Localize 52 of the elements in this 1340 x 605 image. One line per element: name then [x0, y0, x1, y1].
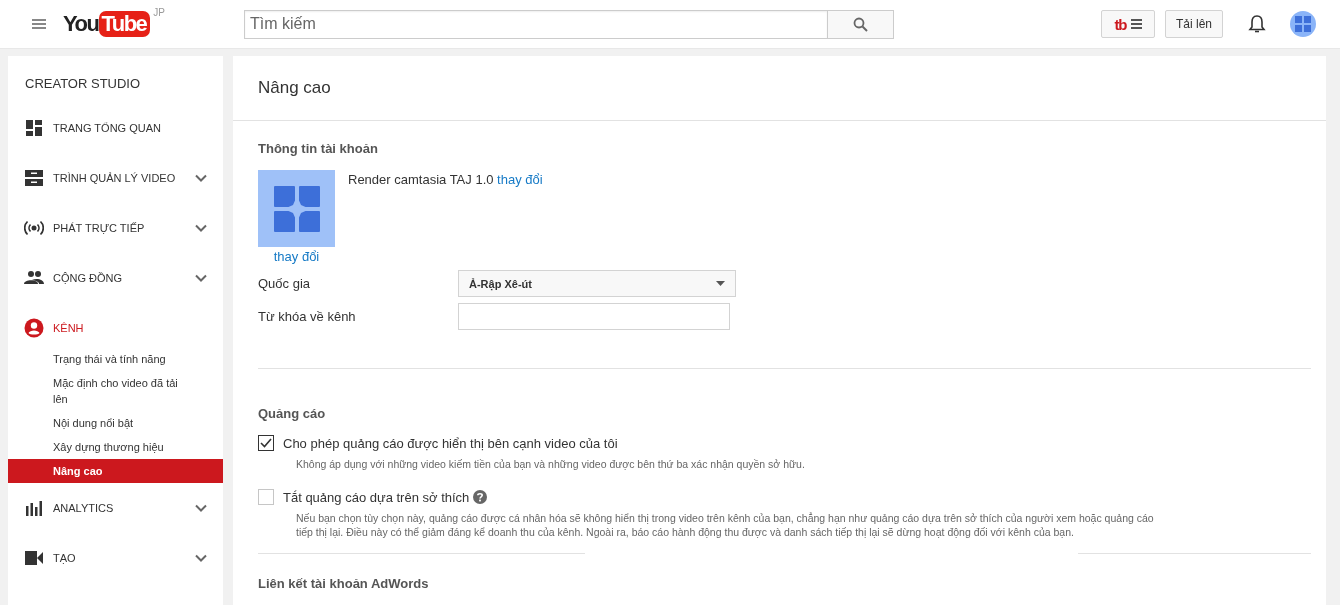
option-label: Cho phép quảng cáo được hiển thị bên cạnh video của tôi — [283, 435, 618, 451]
logo-text[interactable]: You — [63, 11, 99, 37]
field-label: Quốc gia — [258, 276, 312, 291]
dashboard-icon — [24, 118, 44, 138]
search-icon — [853, 16, 868, 32]
bell-icon[interactable] — [1248, 14, 1266, 34]
dropdown-arrow-icon — [716, 281, 725, 286]
drawer-icon — [24, 168, 44, 188]
region-label: JP — [153, 7, 165, 18]
chevron-down-icon[interactable] — [195, 274, 207, 282]
section-heading: Thông tin tài khoản — [258, 141, 379, 156]
keywords-field[interactable] — [458, 303, 730, 330]
sidebar-item[interactable]: TẠO — [8, 533, 223, 583]
change-link[interactable]: thay đổi — [273, 249, 320, 264]
page-title: Nâng cao — [233, 56, 1326, 121]
section-heading: Quảng cáo — [258, 406, 327, 421]
chevron-down-icon[interactable] — [195, 554, 207, 562]
account-circle-icon — [24, 318, 44, 338]
sidebar-title: CREATOR STUDIO — [24, 75, 142, 93]
sidebar-subitem[interactable]: Nâng cao — [8, 459, 223, 483]
broadcast-icon — [24, 218, 44, 238]
bar-chart-icon — [24, 498, 44, 518]
avatar[interactable] — [1290, 11, 1316, 37]
help-icon[interactable] — [473, 490, 488, 504]
search-field[interactable]: Tìm kiếm — [244, 9, 828, 39]
sidebar-item[interactable]: TRANG TỔNG QUAN — [8, 103, 223, 153]
country-dropdown[interactable]: Ả-Rập Xê-út — [458, 270, 736, 297]
logo-badge[interactable]: Tube — [99, 11, 151, 37]
section-heading: Liên kết tài khoản AdWords — [258, 576, 430, 591]
option-description: Không áp dụng với những video kiếm tiền của bạn và những video được bên thứ ba xác nhận quyền sở hữu. — [295, 457, 806, 472]
sidebar-subitem[interactable]: Nội dung nổi bật — [8, 411, 223, 435]
search-button[interactable] — [828, 9, 894, 39]
video-camera-icon — [24, 548, 44, 568]
change-link[interactable]: thay đổi — [497, 172, 543, 187]
field-label: Từ khóa về kênh — [258, 309, 357, 324]
sidebar-item[interactable]: PHÁT TRỰC TIẾP — [8, 203, 223, 253]
menu-icon[interactable] — [32, 18, 46, 30]
channel-name: Render camtasia TAJ 1.0 thay đổi — [348, 171, 543, 189]
sidebar-item[interactable]: CỘNG ĐỒNG — [8, 253, 223, 303]
chevron-down-icon[interactable] — [195, 504, 207, 512]
checkbox[interactable] — [258, 435, 274, 451]
sidebar-subitem[interactable]: Xây dựng thương hiệu — [8, 435, 223, 459]
chevron-down-icon[interactable] — [195, 174, 207, 182]
sidebar-item[interactable]: ANALYTICS — [8, 483, 223, 533]
option-description: Nếu bạn chọn tùy chọn này, quảng cáo được cá nhân hóa sẽ không hiển thị trong video trên kênh của bạn, chẳng hạn như quảng cáo dựa trên sở thích của người xem hoặc quảng cáo tiếp thị lại. Điều này có thể giảm đáng kể doanh thu của kênh. Ngoài ra, báo cáo hành động thu được và danh sách tiếp thị lại sẽ dừng hoạt động đối với kênh của bạn. — [295, 511, 1155, 540]
upload-button[interactable]: Tải lên — [1164, 10, 1223, 38]
chevron-down-icon[interactable] — [195, 224, 207, 232]
extension-button[interactable]: tb — [1100, 10, 1155, 38]
sidebar-item[interactable]: TRÌNH QUẢN LÝ VIDEO — [8, 153, 223, 203]
option-label: Tắt quảng cáo dựa trên sở thích — [283, 489, 470, 505]
sidebar-subitem[interactable]: Mặc định cho video đã tải lên — [8, 371, 223, 411]
list-icon — [1130, 19, 1142, 29]
